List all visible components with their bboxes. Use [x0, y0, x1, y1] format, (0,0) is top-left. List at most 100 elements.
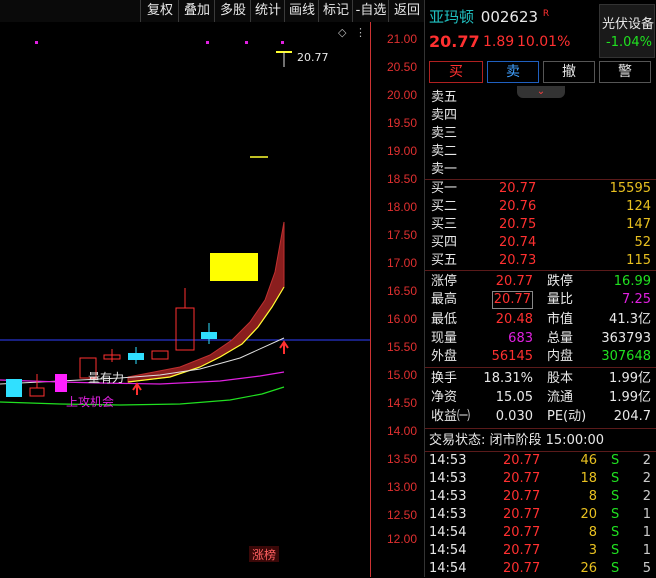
- stat-value: 307648: [601, 349, 651, 364]
- tick-time: 14:53: [429, 507, 467, 522]
- tick-price: 20.77: [503, 507, 541, 522]
- bid-label: 买四: [431, 235, 458, 250]
- tick-count: 1: [642, 525, 651, 540]
- ytick: 14.50: [387, 396, 418, 410]
- last-price-label: 20.77: [297, 51, 329, 64]
- tick-side: S: [611, 507, 620, 522]
- signal-dot: [35, 41, 38, 44]
- stock-code: 002623: [480, 8, 539, 26]
- fund-value: 204.7: [613, 409, 651, 424]
- stock-name: 亚玛顿: [429, 8, 475, 26]
- quote-panel: 亚玛顿 002623 R 20.77 1.89 10.01% 光伏设备 -1.0…: [424, 0, 656, 577]
- toolbar-biaoji[interactable]: 标记: [318, 0, 353, 22]
- ytick: 16.00: [387, 312, 418, 326]
- ytick: 20.00: [387, 88, 418, 102]
- candle: [151, 350, 169, 360]
- ytick: 15.50: [387, 340, 418, 354]
- stock-header: 亚玛顿 002623 R: [429, 6, 549, 27]
- tick-time: 14:53: [429, 453, 467, 468]
- ask-label: 卖二: [431, 144, 458, 159]
- bid-row[interactable]: 买四 20.74 52: [425, 234, 656, 252]
- sell-button[interactable]: 卖: [487, 61, 539, 83]
- candle: [6, 379, 22, 397]
- tick-price: 20.77: [503, 561, 541, 576]
- bid-price: 20.75: [499, 217, 537, 232]
- ytick: 15.00: [387, 368, 418, 382]
- kline-chart[interactable]: ◇ ⋮ 20.77 量有力 上攻机会 涨榜: [0, 22, 370, 577]
- tick-volume: 26: [580, 561, 597, 576]
- dots-icon[interactable]: ⋮: [355, 26, 366, 39]
- bid-volume: 124: [626, 199, 651, 214]
- bid-row[interactable]: 买五 20.73 115: [425, 252, 656, 270]
- ytick: 19.00: [387, 144, 418, 158]
- toolbar-huaxian[interactable]: 画线: [284, 0, 319, 22]
- stat-value: 56145: [491, 349, 533, 364]
- ytick: 12.50: [387, 508, 418, 522]
- toolbar-tongji[interactable]: 统计: [250, 0, 285, 22]
- red-band: [127, 221, 285, 383]
- tick-volume: 3: [588, 543, 597, 558]
- bid-row[interactable]: 买三 20.75 147: [425, 216, 656, 234]
- bid-row[interactable]: 买二 20.76 124: [425, 198, 656, 216]
- ytick: 12.00: [387, 532, 418, 546]
- toolbar-duogu[interactable]: 多股: [214, 0, 251, 22]
- tick-row: 14:53 20.77 8 S 2: [425, 488, 656, 506]
- fund-key: 净资: [431, 390, 458, 405]
- diamond-icon[interactable]: ◇: [338, 26, 347, 39]
- tick-time: 14:53: [429, 471, 467, 486]
- stock-flag: R: [542, 9, 550, 19]
- tick-side: S: [611, 453, 620, 468]
- tick-row: 14:53 20.77 46 S 2: [425, 452, 656, 470]
- stat-row: 涨停 20.77 跌停 16.99: [425, 273, 656, 291]
- tick-row: 14:54 20.77 3 S 1: [425, 542, 656, 560]
- tick-volume: 20: [580, 507, 597, 522]
- stat-key: 量比: [547, 292, 574, 307]
- stat-key: 市值: [547, 312, 574, 327]
- fund-row: 换手 18.31% 股本 1.99亿: [425, 370, 656, 388]
- bid-price: 20.76: [499, 199, 537, 214]
- tick-volume: 18: [580, 471, 597, 486]
- fund-key: PE(动): [547, 409, 587, 424]
- cancel-button[interactable]: 撤: [543, 61, 595, 83]
- fund-row: 收益㈠ 0.030 PE(动) 204.7: [425, 408, 656, 426]
- tick-side: S: [611, 489, 620, 504]
- bid-price: 20.74: [499, 235, 537, 250]
- fund-row: 净资 15.05 流通 1.99亿: [425, 389, 656, 407]
- bid-volume: 147: [626, 217, 651, 232]
- stat-value: 363793: [601, 331, 651, 346]
- up-arrow-icon: [132, 382, 142, 395]
- stat-key: 最高: [431, 292, 458, 307]
- fund-value: 0.030: [495, 409, 533, 424]
- tick-price: 20.77: [503, 489, 541, 504]
- footer-label[interactable]: 涨榜: [252, 547, 276, 562]
- stat-key: 内盘: [547, 349, 574, 364]
- stat-value: 683: [508, 331, 533, 346]
- stat-key: 涨停: [431, 274, 458, 289]
- ytick: 18.50: [387, 172, 418, 186]
- sector-box[interactable]: 光伏设备 -1.04%: [599, 4, 655, 58]
- ytick: 13.00: [387, 480, 418, 494]
- sector-pct: -1.04%: [606, 35, 652, 50]
- ytick: 18.00: [387, 200, 418, 214]
- ask-row: 卖三: [425, 125, 656, 143]
- toolbar-back[interactable]: 返回: [388, 0, 425, 22]
- tick-time: 14:54: [429, 525, 467, 540]
- bid-price: 20.77: [499, 181, 537, 196]
- toolbar-fuquan[interactable]: 复权: [140, 0, 179, 22]
- annotation-opportunity: 上攻机会: [66, 395, 114, 409]
- ask-row: 卖二: [425, 143, 656, 161]
- ask-label: 卖四: [431, 108, 458, 123]
- tick-time: 14:54: [429, 561, 467, 576]
- toolbar-zixuan[interactable]: -自选: [352, 0, 389, 22]
- bid-price: 20.73: [499, 253, 537, 268]
- toolbar-diejia[interactable]: 叠加: [178, 0, 215, 22]
- alert-button[interactable]: 警: [599, 61, 651, 83]
- ytick: 19.50: [387, 116, 418, 130]
- ask-label: 卖五: [431, 90, 458, 105]
- fund-key: 股本: [547, 371, 574, 386]
- up-arrow-icon: [279, 340, 289, 354]
- annotation-volume: 量有力: [88, 371, 124, 385]
- ytick: 21.00: [387, 32, 418, 46]
- buy-button[interactable]: 买: [429, 61, 483, 83]
- bid-row[interactable]: 买一 20.77 15595: [425, 180, 656, 198]
